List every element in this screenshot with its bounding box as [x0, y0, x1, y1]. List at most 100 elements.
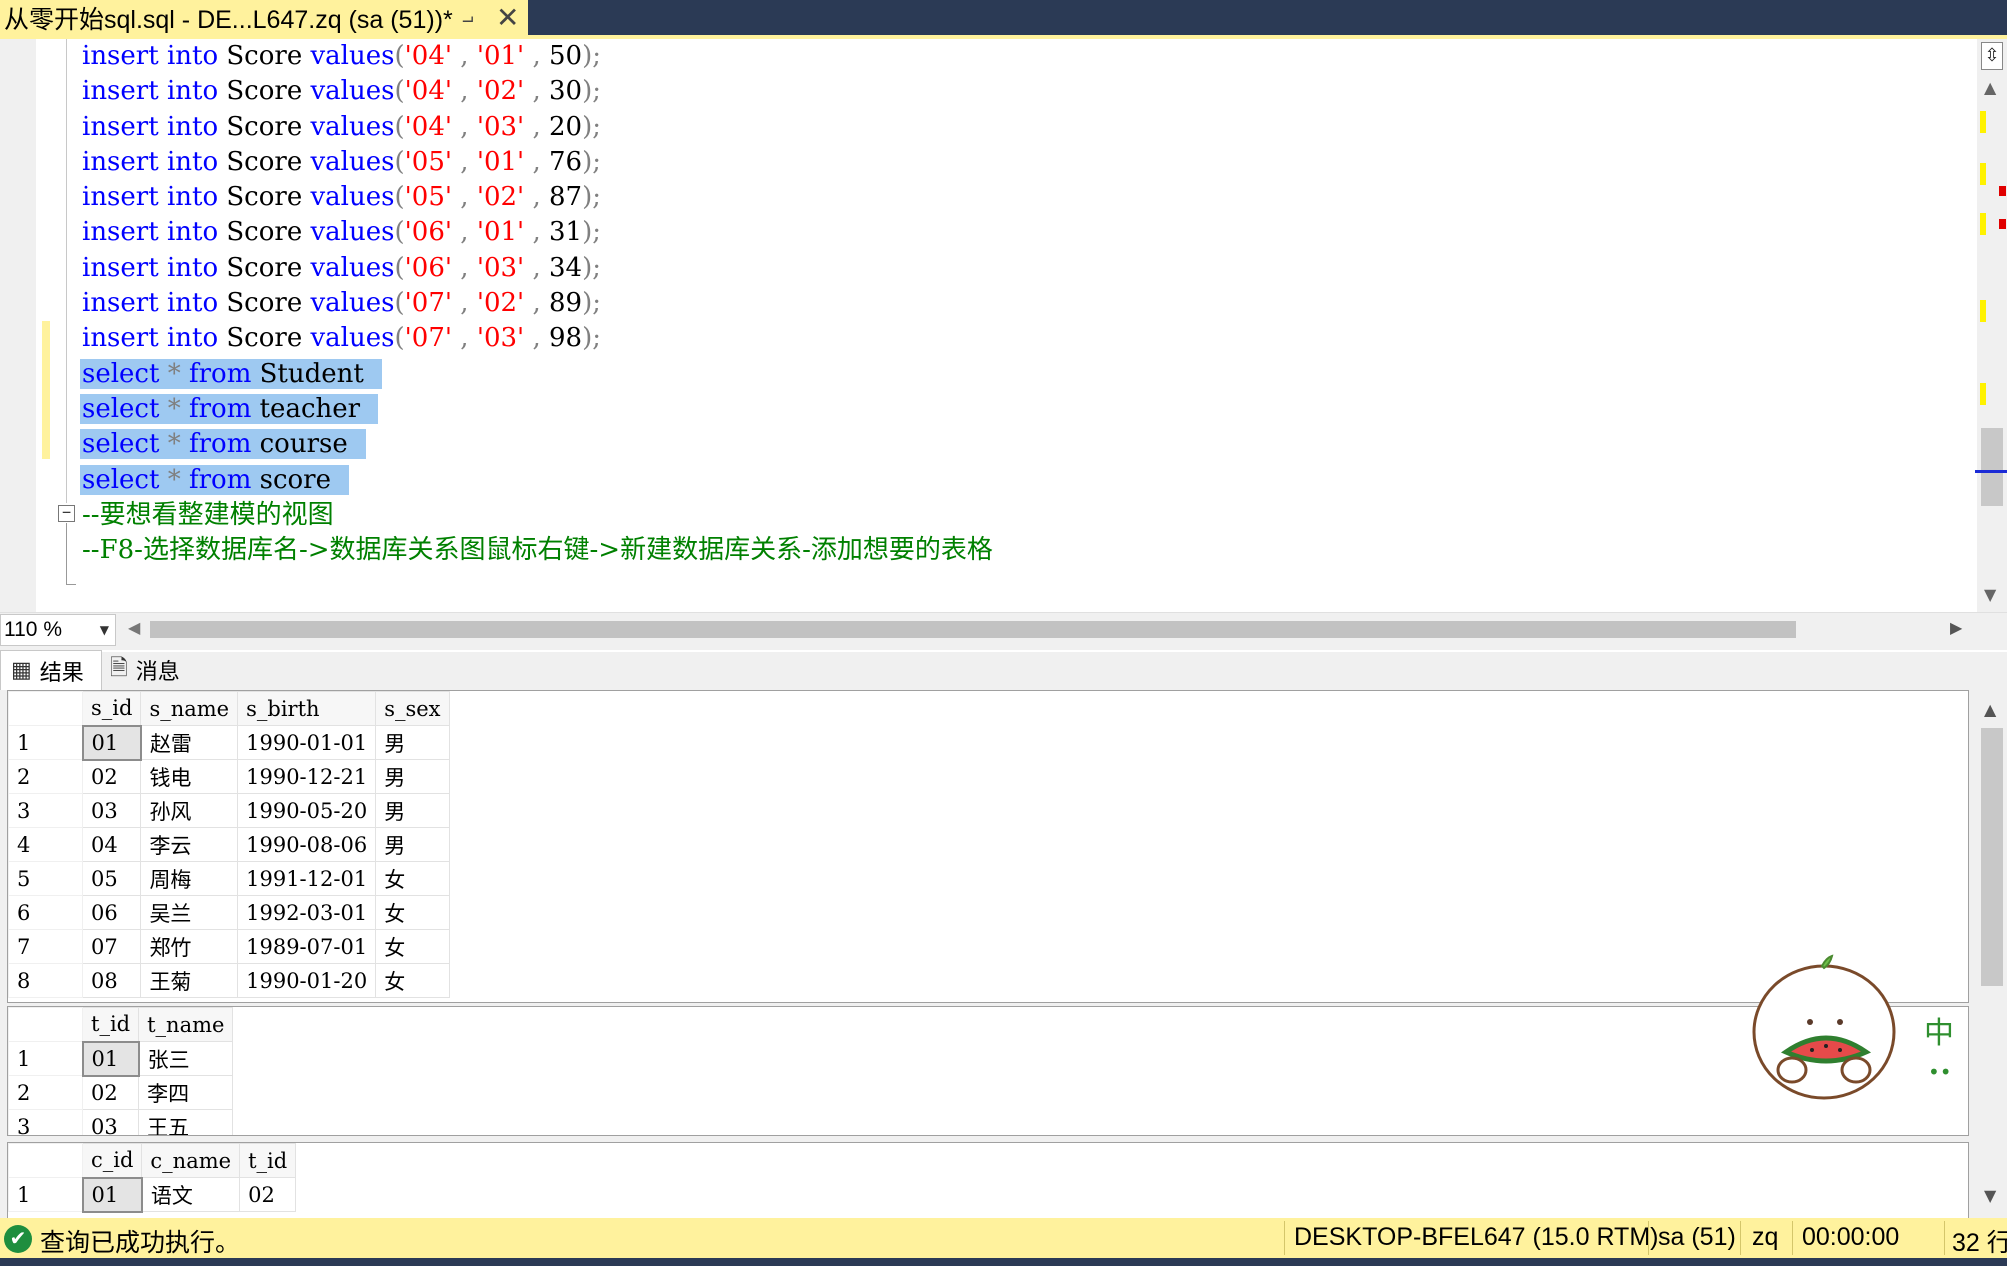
code-line[interactable]: insert into Score values('07' , '02' , 8… — [82, 286, 1962, 321]
table-cell[interactable]: 男 — [375, 725, 450, 760]
row-number[interactable]: 8 — [8, 963, 83, 998]
table-row[interactable]: 4 04 李云 1990-08-06 男 — [8, 827, 450, 862]
row-number[interactable]: 6 — [8, 895, 83, 930]
table-cell[interactable]: 1990-01-01 — [237, 725, 377, 760]
table-cell[interactable]: 女 — [375, 895, 450, 930]
table-cell[interactable]: 05 — [81, 861, 142, 896]
table-cell[interactable]: 男 — [375, 827, 450, 862]
query-editor[interactable]: − insert into Score values('04' , '01' ,… — [0, 39, 1977, 612]
table-cell[interactable]: 男 — [375, 759, 450, 794]
table-cell[interactable]: 1990-01-20 — [237, 963, 377, 998]
table-row[interactable]: 6 06 吴兰 1992-03-01 女 — [8, 895, 450, 930]
table-cell[interactable]: 03 — [81, 1109, 140, 1135]
table-cell[interactable]: 钱电 — [140, 759, 239, 794]
column-header[interactable]: s_id — [81, 691, 142, 726]
table-cell[interactable]: 张三 — [138, 1041, 234, 1076]
table-cell[interactable]: 李云 — [140, 827, 239, 862]
table-cell[interactable]: 吴兰 — [140, 895, 239, 930]
chevron-down-icon[interactable]: ▼ — [100, 623, 115, 637]
scroll-up-arrow-icon[interactable]: ▲ — [1984, 78, 1996, 97]
row-number[interactable]: 2 — [8, 1075, 83, 1110]
column-header[interactable]: c_name — [141, 1143, 241, 1178]
table-cell[interactable]: 李四 — [138, 1075, 234, 1110]
column-header[interactable]: t_id — [239, 1143, 297, 1178]
table-cell[interactable]: 1990-08-06 — [237, 827, 377, 862]
table-row[interactable]: 2 02 李四 — [8, 1075, 234, 1110]
row-number[interactable]: 1 — [8, 725, 83, 760]
selected-text[interactable]: select * from Student — [80, 358, 382, 389]
table-cell[interactable]: 赵雷 — [140, 725, 239, 760]
table-cell[interactable]: 男 — [375, 793, 450, 828]
code-lines[interactable]: insert into Score values('04' , '01' , 5… — [80, 39, 1962, 568]
code-line[interactable]: insert into Score values('04' , '02' , 3… — [82, 74, 1962, 109]
document-tab[interactable]: 从零开始sql.sql - DE...L647.zq (sa (51))* — [0, 0, 528, 35]
table-cell[interactable]: 语文 — [141, 1177, 241, 1212]
table-row[interactable]: 1 01 语文 02 — [8, 1176, 297, 1213]
table-cell[interactable]: 王菊 — [140, 963, 239, 998]
code-line[interactable]: --要想看整建模的视图 — [82, 498, 1962, 533]
table-cell[interactable]: 1991-12-01 — [237, 861, 377, 896]
table-cell[interactable]: 06 — [81, 895, 142, 930]
table-row[interactable]: 7 07 郑竹 1989-07-01 女 — [8, 929, 450, 964]
code-line[interactable]: insert into Score values('04' , '01' , 5… — [82, 39, 1962, 74]
code-line[interactable]: insert into Score values('04' , '03' , 2… — [82, 110, 1962, 145]
table-cell[interactable]: 女 — [375, 963, 450, 998]
code-line[interactable]: select * from score — [80, 463, 1962, 498]
tab-results[interactable]: ▦ 结果 — [0, 650, 102, 690]
column-header[interactable]: c_id — [81, 1143, 143, 1178]
selected-text[interactable]: select * from score — [80, 464, 349, 495]
table-cell[interactable]: 03 — [81, 793, 142, 828]
code-line[interactable]: insert into Score values('06' , '03' , 3… — [82, 251, 1962, 286]
table-cell[interactable]: 1990-05-20 — [237, 793, 377, 828]
row-number[interactable]: 4 — [8, 827, 83, 862]
row-number[interactable]: 1 — [8, 1177, 83, 1212]
table-cell[interactable]: 1989-07-01 — [237, 929, 377, 964]
result-grid-teacher[interactable]: t_id t_name 1 01 张三 2 02 李四 3 03 王五 — [7, 1006, 1969, 1136]
row-number[interactable]: 3 — [8, 1109, 83, 1135]
table-row[interactable]: 2 02 钱电 1990-12-21 男 — [8, 759, 450, 794]
collapse-region-icon[interactable]: − — [58, 505, 75, 522]
column-header[interactable]: t_name — [138, 1007, 234, 1042]
table-row[interactable]: 1 01 赵雷 1990-01-01 男 — [8, 724, 450, 761]
code-line[interactable]: insert into Score values('05' , '01' , 7… — [82, 145, 1962, 180]
table-cell[interactable]: 02 — [239, 1177, 297, 1212]
row-number[interactable]: 1 — [8, 1041, 83, 1076]
table-row[interactable]: 8 08 王菊 1990-01-20 女 — [8, 963, 450, 998]
table-cell[interactable]: 周梅 — [140, 861, 239, 896]
table-cell[interactable]: 07 — [81, 929, 142, 964]
table-cell[interactable]: 女 — [375, 929, 450, 964]
code-line[interactable]: --F8-选择数据库名->数据库关系图鼠标右键->新建数据库关系-添加想要的表格 — [82, 533, 1962, 568]
selected-text[interactable]: select * from course — [80, 429, 366, 460]
editor-scroll-thumb[interactable] — [1981, 428, 2003, 506]
row-number[interactable]: 7 — [8, 929, 83, 964]
row-number-header[interactable] — [8, 691, 83, 726]
code-line[interactable]: insert into Score values('05' , '02' , 8… — [82, 180, 1962, 215]
table-row[interactable]: 3 03 孙风 1990-05-20 男 — [8, 793, 450, 828]
table-row[interactable]: 3 03 王五 — [8, 1109, 234, 1135]
table-cell[interactable]: 女 — [375, 861, 450, 896]
table-cell[interactable]: 01 — [81, 724, 142, 761]
column-header[interactable]: t_id — [81, 1007, 140, 1042]
column-header[interactable]: s_sex — [375, 691, 450, 726]
table-cell[interactable]: 1990-12-21 — [237, 759, 377, 794]
code-line[interactable]: select * from teacher — [80, 392, 1962, 427]
ime-mode-label[interactable]: 中 — [1924, 1008, 1954, 1052]
table-cell[interactable]: 04 — [81, 827, 142, 862]
pin-icon[interactable]: ⨼ — [462, 4, 474, 28]
table-cell[interactable]: 02 — [81, 1075, 140, 1110]
scroll-down-arrow-icon[interactable]: ▼ — [1984, 1186, 1996, 1205]
column-header[interactable]: s_name — [140, 691, 239, 726]
results-scroll-thumb[interactable] — [1981, 728, 2003, 986]
zoom-dropdown[interactable]: 110 % ▼ — [0, 614, 116, 646]
code-line[interactable]: insert into Score values('07' , '03' , 9… — [82, 321, 1962, 356]
code-line[interactable]: select * from Student — [80, 357, 1962, 392]
selected-text[interactable]: select * from teacher — [80, 393, 379, 424]
row-number[interactable]: 5 — [8, 861, 83, 896]
table-cell[interactable]: 01 — [81, 1176, 143, 1213]
column-header[interactable]: s_birth — [237, 691, 377, 726]
table-cell[interactable]: 08 — [81, 963, 142, 998]
table-cell[interactable]: 郑竹 — [140, 929, 239, 964]
close-icon[interactable]: ✕ — [496, 1, 519, 34]
table-cell[interactable]: 02 — [81, 759, 142, 794]
editor-horizontal-scroll-thumb[interactable] — [150, 621, 1796, 638]
